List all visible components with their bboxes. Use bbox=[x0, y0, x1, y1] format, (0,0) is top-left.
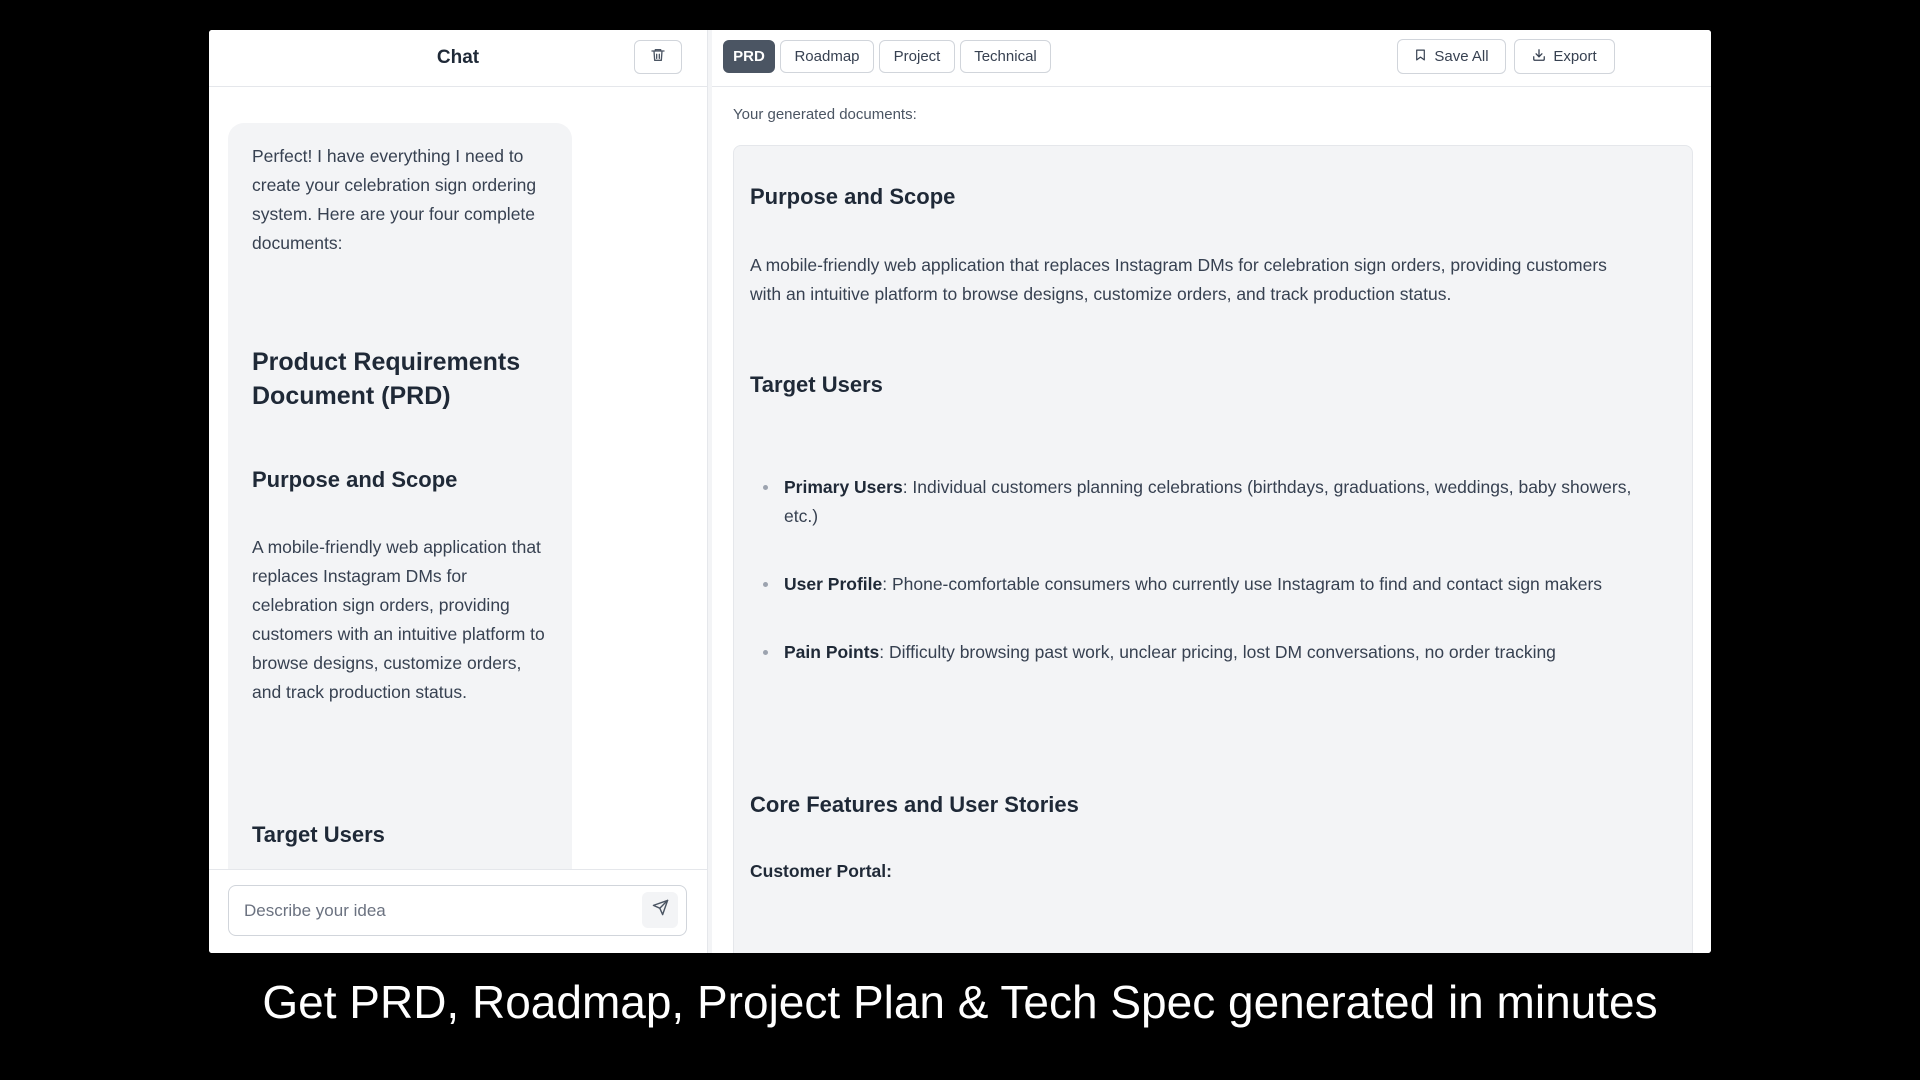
doc-customer-portal-label: Customer Portal: bbox=[750, 861, 892, 881]
doc-target-heading: Target Users bbox=[750, 372, 883, 397]
trash-icon bbox=[650, 47, 666, 68]
list-item-term: User Profile bbox=[784, 574, 883, 594]
save-all-button[interactable]: Save All bbox=[1397, 39, 1506, 74]
tab-project[interactable]: Project bbox=[879, 40, 955, 73]
export-label: Export bbox=[1553, 48, 1597, 65]
chat-message-list[interactable]: Perfect! I have everything I need to cre… bbox=[209, 87, 707, 900]
list-item-term: Primary Users bbox=[784, 477, 903, 497]
clear-chat-button[interactable] bbox=[634, 40, 682, 74]
list-item: Pain Points: Difficulty browsing past wo… bbox=[750, 638, 1642, 667]
target-users-list: Primary Users: Individual customers plan… bbox=[750, 473, 1642, 667]
tab-prd[interactable]: PRD bbox=[723, 40, 775, 73]
list-item-text: : Individual customers planning celebrat… bbox=[784, 477, 1632, 526]
list-item: Primary Users: Individual customers plan… bbox=[750, 473, 1642, 531]
download-icon bbox=[1532, 48, 1546, 66]
app-window: Chat Perfect! I have everything I need t… bbox=[209, 30, 1711, 953]
document-viewer[interactable]: Purpose and Scope A mobile-friendly web … bbox=[733, 145, 1693, 953]
doc-core-features-heading: Core Features and User Stories bbox=[750, 792, 1079, 817]
assistant-message: Perfect! I have everything I need to cre… bbox=[228, 123, 572, 900]
save-all-label: Save All bbox=[1434, 48, 1489, 65]
chat-composer bbox=[209, 869, 707, 953]
message-purpose-heading: Purpose and Scope bbox=[252, 467, 458, 492]
export-button[interactable]: Export bbox=[1514, 39, 1615, 74]
documents-panel: PRD Roadmap Project Technical Save All E… bbox=[712, 30, 1711, 953]
message-heading: Product Requirements Document (PRD) bbox=[252, 348, 521, 410]
message-intro: Perfect! I have everything I need to cre… bbox=[252, 146, 537, 253]
doc-purpose-heading: Purpose and Scope bbox=[750, 184, 956, 209]
documents-caption: Your generated documents: bbox=[733, 106, 917, 123]
bookmark-icon bbox=[1414, 48, 1427, 66]
tab-technical[interactable]: Technical bbox=[960, 40, 1051, 73]
marketing-caption: Get PRD, Roadmap, Project Plan & Tech Sp… bbox=[262, 976, 1658, 1028]
idea-input[interactable] bbox=[228, 885, 687, 936]
chat-header: Chat bbox=[209, 30, 707, 87]
doc-purpose-text: A mobile-friendly web application that r… bbox=[750, 255, 1607, 304]
documents-toolbar: PRD Roadmap Project Technical Save All E… bbox=[712, 30, 1711, 87]
send-icon bbox=[652, 899, 669, 921]
list-item-term: Pain Points bbox=[784, 642, 880, 662]
list-item: User Profile: Phone-comfortable consumer… bbox=[750, 570, 1642, 599]
chat-title: Chat bbox=[436, 47, 480, 68]
tab-roadmap[interactable]: Roadmap bbox=[780, 40, 874, 73]
send-button[interactable] bbox=[642, 892, 678, 928]
message-target-heading: Target Users bbox=[252, 822, 385, 847]
chat-panel: Chat Perfect! I have everything I need t… bbox=[209, 30, 708, 953]
message-purpose-text: A mobile-friendly web application that r… bbox=[252, 537, 545, 702]
list-item-text: : Phone-comfortable consumers who curren… bbox=[882, 574, 1603, 594]
list-item-text: : Difficulty browsing past work, unclear… bbox=[879, 642, 1556, 662]
